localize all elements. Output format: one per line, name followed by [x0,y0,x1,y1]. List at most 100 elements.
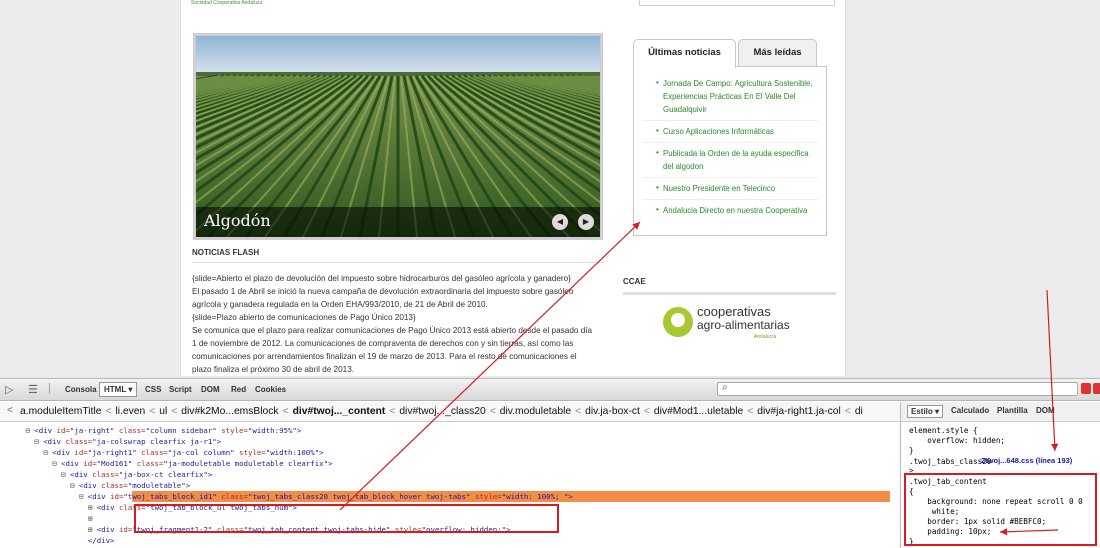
tag-name: <div [69,470,88,479]
attr-name: id= [105,492,124,501]
flash-line: {slide=Plazo abierto de comunicaciones d… [192,313,416,322]
expand-toggle-icon[interactable]: ⊟ [25,426,34,435]
html-node-line[interactable]: ⊟ <div class="moduletable"> [70,480,190,491]
menu-icon[interactable]: ☰ [28,383,38,396]
flash-line: 1 de noviembre de 2012. La comunicacione… [192,339,574,348]
tab-mas-leidas[interactable]: Más leídas [738,39,817,67]
attr-name: class= [114,426,146,435]
attr-value: "twoj_tabs_block_id1" [123,492,217,501]
expand-toggle-icon[interactable]: ⊟ [52,459,61,468]
breadcrumb-item[interactable]: div.moduletable [500,406,571,417]
breadcrumb-separator: < [149,406,156,417]
close-icon[interactable] [1093,383,1100,394]
flash-news-text: {slide=Abierto el plazo de devolución de… [192,272,604,376]
chevron-left-icon[interactable]: < [7,405,13,416]
breadcrumb-item[interactable]: div#Mod1...uletable [654,406,743,417]
breadcrumb-separator: < [643,406,650,417]
html-node-line[interactable]: ⊟ <div class="ja-colswrap clearfix ja-r1… [34,436,221,447]
attr-value: "ja-box-ct clearfix" [118,470,208,479]
inspect-icon[interactable]: ▷ [5,383,13,396]
news-link[interactable]: Andalucia Directo en nuestra Cooperativa [642,200,818,221]
slider-prev-icon[interactable]: ◀ [552,214,568,230]
tab-dom[interactable]: DOM [197,383,224,396]
breadcrumb-separator: < [389,406,396,417]
expand-toggle-icon[interactable]: ⊟ [34,437,43,446]
tab-consola[interactable]: Consola [61,383,101,396]
tab-dom-side[interactable]: DOM [1036,406,1055,415]
divider [192,262,604,263]
slide-caption: Algodón [204,211,271,230]
html-node-line[interactable]: </div> [79,535,115,546]
expand-toggle-icon[interactable]: ⊟ [61,470,70,479]
breadcrumb-separator: < [282,406,289,417]
attr-value: "twoj_tabs_class20 twoj_tab_block_hover … [248,492,471,501]
tag-close: > [296,426,302,435]
flash-line: Se comunica que el plazo para realizar c… [192,326,593,335]
html-node-line[interactable]: ⊟ <div class="ja-box-ct clearfix"> [61,469,212,480]
expand-toggle-icon[interactable] [79,536,88,545]
logo-text: Andalucía [754,334,777,340]
firebug-search-input[interactable]: ⌕ [717,382,1078,396]
expand-toggle-icon[interactable]: ⊞ [88,514,97,523]
news-link[interactable]: Nuestro Presidente en Telecinco [642,178,818,200]
chevron-down-icon: ▾ [128,385,133,394]
tab-css[interactable]: CSS [141,383,165,396]
screenshot-root: Sociedad Cooperativa Andaluza Algodón ◀ … [0,0,1100,548]
breadcrumb-item[interactable]: li.even [115,406,145,417]
divider [623,292,836,295]
flash-line: agrícola y ganadera regulada en la Orden… [192,300,488,309]
breadcrumb-item[interactable]: div#ja-right1.ja-col [757,406,841,417]
tab-ultimas-noticias[interactable]: Últimas noticias [633,39,736,68]
breadcrumb: < a.moduleItemTitle < li.even < ul < div#k2Mo.… [0,402,900,422]
attr-value: "ja-right" [69,426,115,435]
tab-estilo[interactable]: Estilo ▾ [907,405,944,418]
html-node-line[interactable]: ⊟ <div id="Mod161" class="ja-moduletable… [52,458,332,469]
firebug-toolbar: ▷ ☰ | Consola HTML ▾ CSS Script DOM Red … [0,379,1100,401]
site-search-box[interactable] [639,0,835,6]
tab-html[interactable]: HTML ▾ [99,382,138,397]
page-content: Sociedad Cooperativa Andaluza Algodón ◀ … [180,0,846,376]
attr-value: "width:95%" [247,426,297,435]
slider-next-icon[interactable]: ▶ [578,214,594,230]
css-source-link[interactable]: 2twoj...648.css (línea 193) [981,456,1072,465]
tag-name: <div [61,459,79,468]
breadcrumb-separator: < [105,406,112,417]
breadcrumb-item[interactable]: di [855,406,863,417]
attr-name: style= [234,448,266,457]
cooperativas-logo-icon[interactable] [663,307,693,337]
breadcrumb-item[interactable]: a.moduleItemTitle [20,406,101,417]
breadcrumb-item[interactable]: div.ja-box-ct [585,406,640,417]
news-link[interactable]: Jornada De Campo: Agricultura Sostenible… [642,73,818,121]
breadcrumb-item[interactable]: div#twoj..._class20 [399,406,485,417]
expand-toggle-icon[interactable]: ⊟ [79,492,88,501]
tab-script[interactable]: Script [165,383,196,396]
breadcrumb-separator: < [489,406,496,417]
news-link[interactable]: Curso Aplicaciones Informáticas [642,121,818,143]
tab-red[interactable]: Red [227,383,250,396]
css-selector: .twoj_tabs_class20 [909,457,992,466]
html-node-line[interactable]: ⊟ <div id="ja-right" class="column sideb… [25,425,301,436]
expand-toggle-icon[interactable]: ⊟ [70,481,79,490]
tag-name: <div [78,481,97,490]
expand-toggle-icon[interactable]: ⊞ [88,525,97,534]
tab-cookies[interactable]: Cookies [251,383,290,396]
logo-text: agro-alimentarias [697,318,790,332]
news-link[interactable]: Publicada la Orden de la ayuda especific… [642,143,818,178]
html-node-line[interactable]: ⊟ <div id="twoj_tabs_block_id1" class="t… [79,491,573,502]
tab-calculado[interactable]: Calculado [951,406,989,415]
breadcrumb-item[interactable]: div#k2Mo...emsBlock [181,406,278,417]
search-icon: ⌕ [722,382,728,393]
tag-name: <div [96,503,115,512]
tag-name: <div [43,437,62,446]
tab-plantilla[interactable]: Plantilla [997,406,1028,415]
attr-value: "ja-col column" [167,448,235,457]
expand-toggle-icon[interactable]: ⊞ [88,503,97,512]
html-node-line[interactable]: ⊟ <div id="ja-right1" class="ja-col colu… [43,447,323,458]
attr-value: "ja-moduletable moduletable clearfix" [163,459,329,468]
breadcrumb-separator: < [575,406,582,417]
breadcrumb-item[interactable]: div#twoj..._content [293,406,386,417]
minimize-icon[interactable] [1081,383,1091,394]
web-page: Sociedad Cooperativa Andaluza Algodón ◀ … [0,0,1100,376]
tag-name: <div [52,448,70,457]
expand-toggle-icon[interactable]: ⊟ [43,448,52,457]
